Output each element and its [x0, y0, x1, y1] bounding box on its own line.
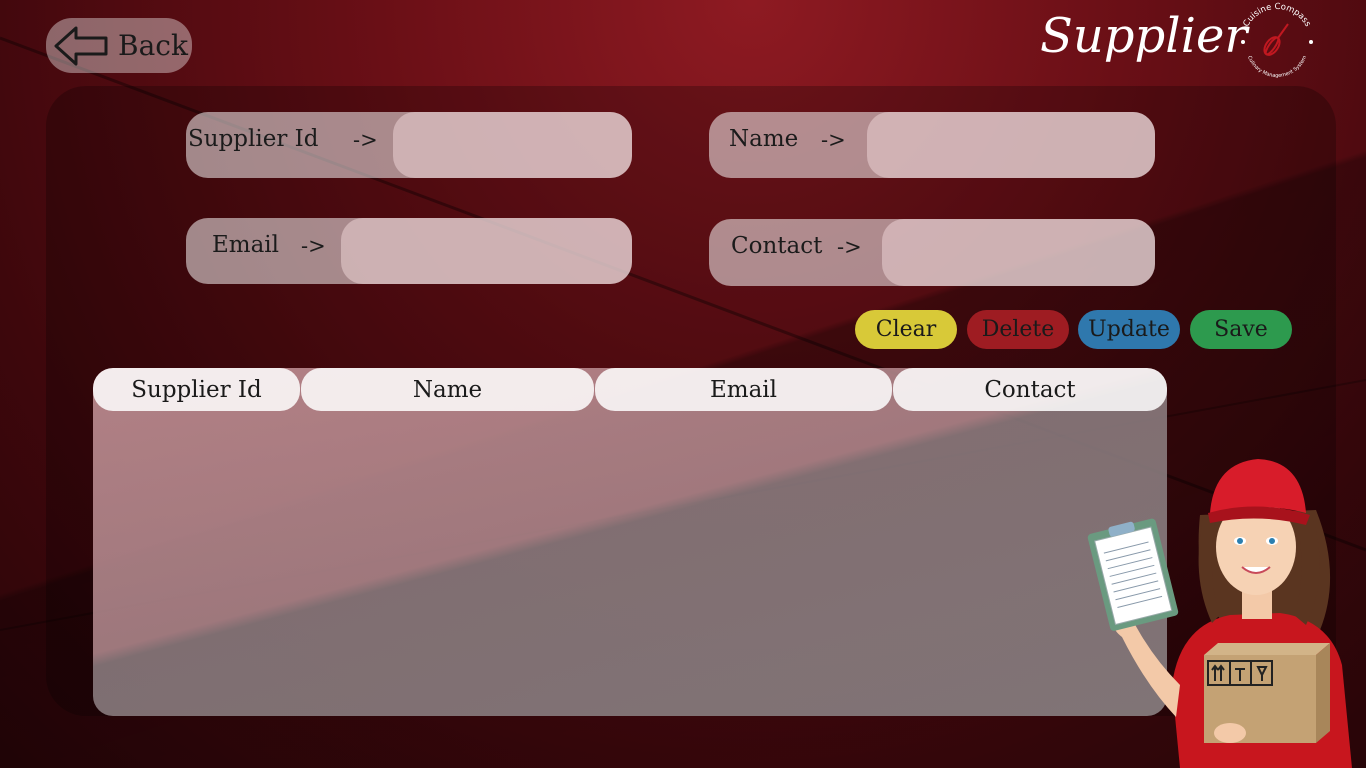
update-button[interactable]: Update: [1078, 310, 1180, 349]
back-button[interactable]: Back: [46, 18, 192, 73]
name-arrow: ->: [821, 128, 846, 152]
supplier-id-input[interactable]: [393, 112, 632, 178]
supplier-table[interactable]: Supplier Id Name Email Contact: [93, 368, 1167, 716]
column-header-contact[interactable]: Contact: [893, 368, 1167, 411]
left-arrow-icon: [54, 26, 108, 65]
whisk-icon: [1263, 23, 1289, 56]
column-header-name[interactable]: Name: [301, 368, 594, 411]
delivery-woman-illustration: [1087, 459, 1352, 768]
save-button[interactable]: Save: [1190, 310, 1292, 349]
email-field: Email ->: [186, 218, 632, 284]
supplier-id-arrow: ->: [353, 128, 378, 152]
logo-top-text: Cuisine Compass: [1241, 2, 1312, 29]
name-label: Name: [729, 126, 799, 152]
contact-label: Contact: [731, 233, 823, 259]
logo-bottom-text: Culinary Management System: [1246, 55, 1308, 79]
contact-input[interactable]: [882, 219, 1155, 286]
name-field: Name ->: [709, 112, 1155, 178]
contact-arrow: ->: [837, 235, 862, 259]
column-header-email[interactable]: Email: [595, 368, 892, 411]
svg-text:Culinary Management System: Culinary Management System: [1246, 55, 1308, 79]
column-header-supplier-id[interactable]: Supplier Id: [93, 368, 300, 411]
back-label: Back: [118, 29, 188, 62]
supplier-id-label: Supplier Id: [188, 126, 319, 152]
name-input[interactable]: [867, 112, 1155, 178]
delete-button[interactable]: Delete: [967, 310, 1069, 349]
page-title: Supplier: [1040, 8, 1248, 64]
supplier-id-field: Supplier Id ->: [186, 112, 632, 178]
email-input[interactable]: [341, 218, 632, 284]
email-label: Email: [212, 232, 280, 258]
email-arrow: ->: [301, 234, 326, 258]
cuisine-compass-logo: Cuisine Compass Culinary Management Syst…: [1241, 2, 1313, 79]
contact-field: Contact ->: [709, 219, 1155, 286]
clear-button[interactable]: Clear: [855, 310, 957, 349]
svg-text:Cuisine Compass: Cuisine Compass: [1241, 2, 1312, 29]
